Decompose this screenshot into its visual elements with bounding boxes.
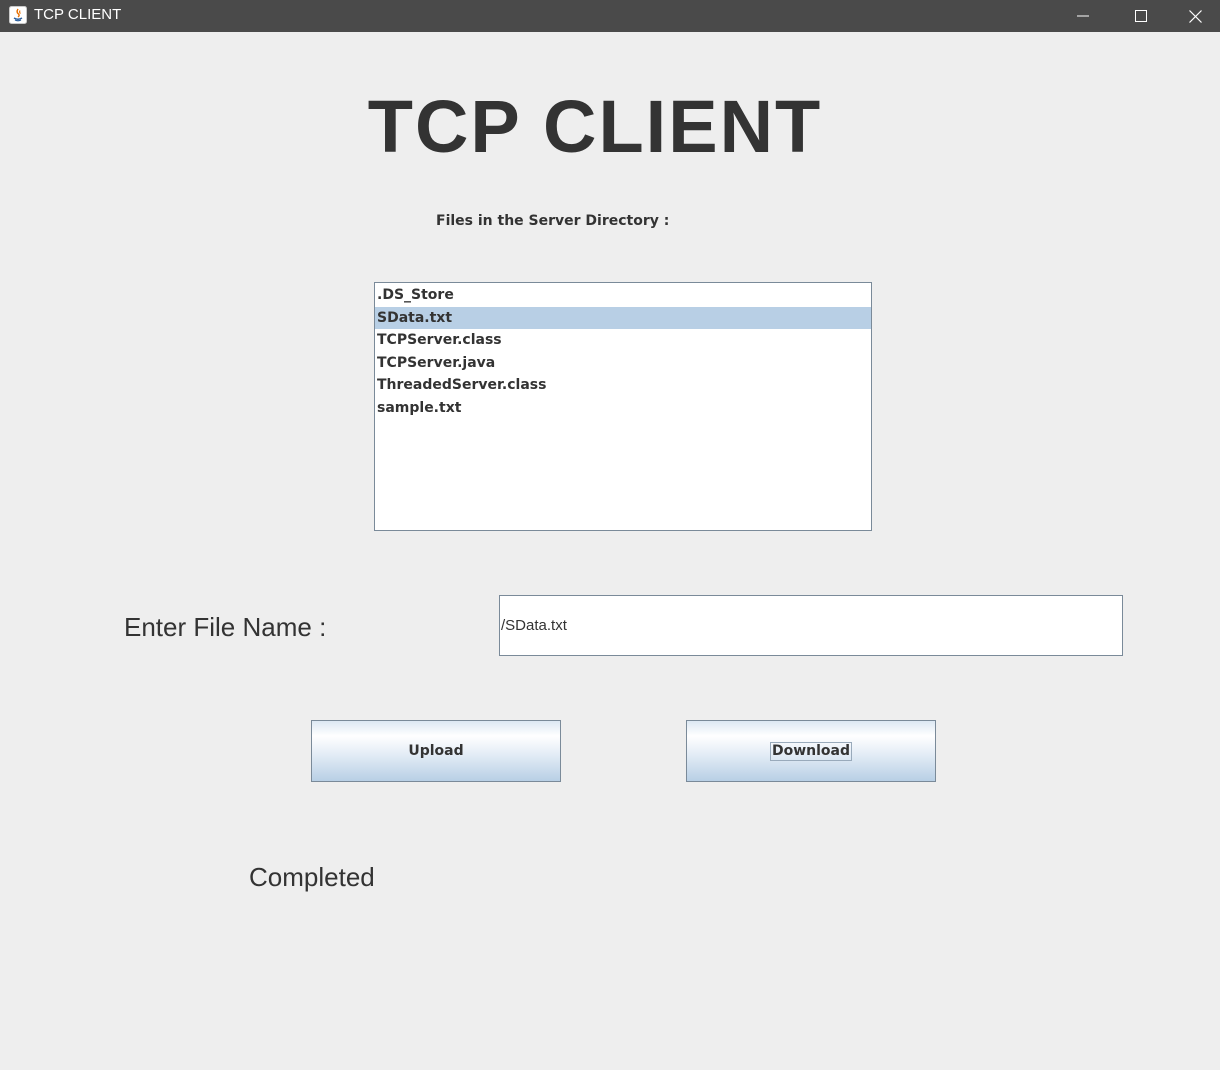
file-name-label: Enter File Name : [124, 612, 327, 642]
file-list-item-selected[interactable]: SData.txt [375, 307, 871, 329]
close-icon [1188, 9, 1202, 23]
file-list-item[interactable]: TCPServer.java [375, 352, 871, 374]
minimize-button[interactable] [1054, 0, 1112, 32]
close-button[interactable] [1170, 0, 1220, 32]
file-list-item[interactable]: TCPServer.class [375, 329, 871, 351]
download-button-label: Download [769, 741, 853, 761]
app-window: TCP CLIENT TCP CLIENT Files in the Serve… [0, 0, 1220, 1070]
minimize-icon [1077, 15, 1089, 17]
title-bar: TCP CLIENT [0, 0, 1220, 32]
window-title: TCP CLIENT [34, 6, 122, 23]
page-title: TCP CLIENT [367, 85, 823, 168]
file-list-item[interactable]: sample.txt [375, 397, 871, 419]
maximize-icon [1135, 10, 1147, 22]
file-name-input[interactable] [499, 595, 1123, 656]
download-button[interactable]: Download [686, 720, 936, 782]
maximize-button[interactable] [1112, 0, 1170, 32]
status-text: Completed [249, 862, 375, 892]
java-app-icon [9, 6, 27, 24]
directory-label: Files in the Server Directory : [436, 213, 670, 229]
upload-button[interactable]: Upload [311, 720, 561, 782]
upload-button-label: Upload [408, 743, 464, 759]
file-list-item[interactable]: .DS_Store [375, 284, 871, 306]
file-list-item[interactable]: ThreadedServer.class [375, 374, 871, 396]
server-file-list[interactable]: .DS_Store SData.txt TCPServer.class TCPS… [374, 282, 872, 531]
